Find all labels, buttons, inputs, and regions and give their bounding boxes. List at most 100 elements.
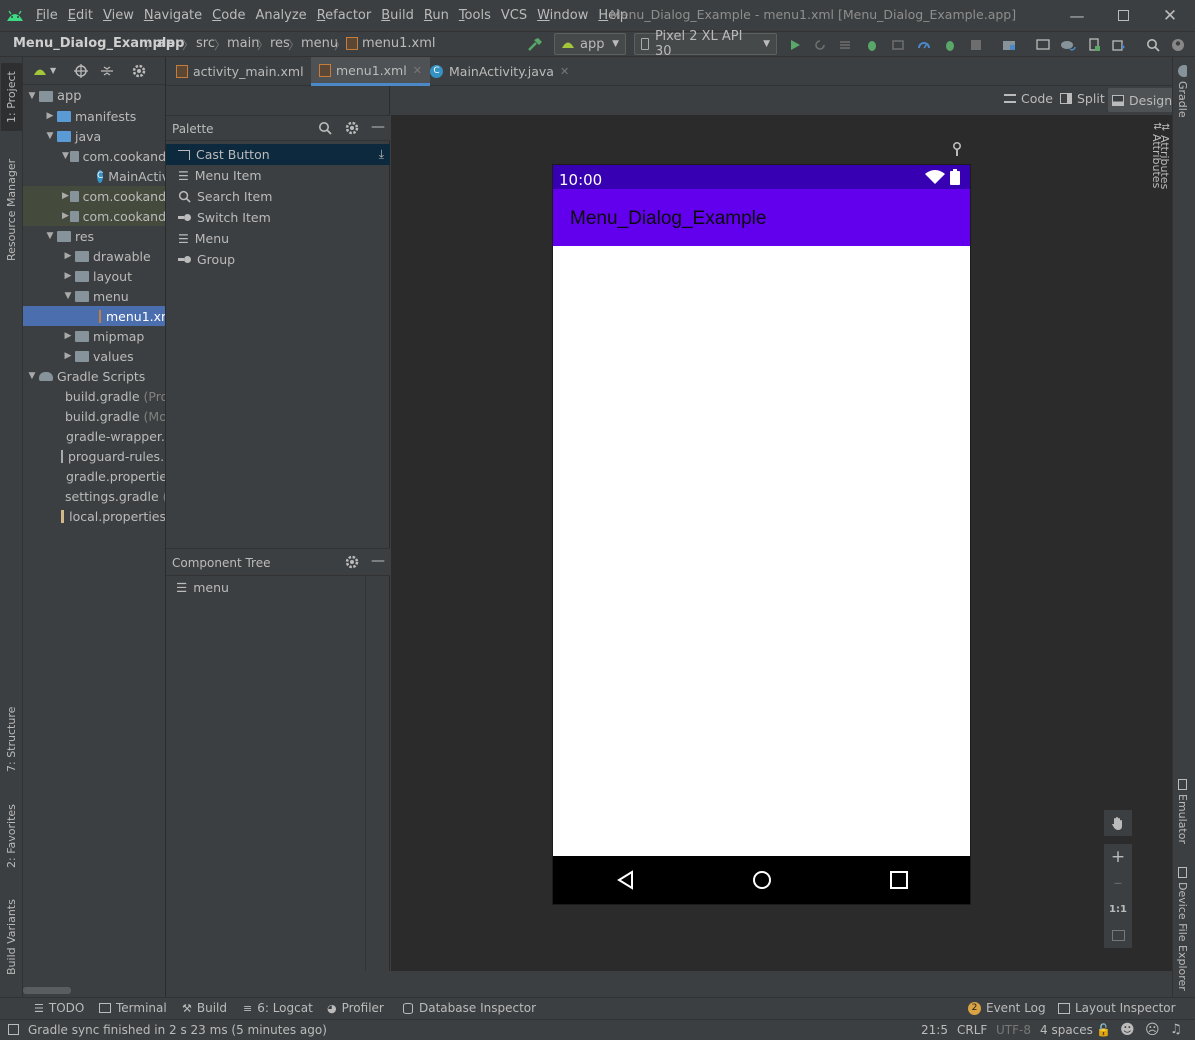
tree-item-package[interactable]: ▼ com.cookand (23, 146, 165, 166)
menu-view[interactable]: View (103, 8, 134, 23)
breadcrumb-module[interactable]: app (157, 36, 184, 51)
tree-item-app[interactable]: ▼ app (23, 86, 165, 106)
breadcrumb-menu[interactable]: menu (301, 36, 338, 51)
tree-item-layout[interactable]: ▶ layout (23, 266, 165, 286)
project-settings-button[interactable] (132, 64, 146, 78)
tab-device-file-explorer[interactable]: Device File Explorer (1176, 867, 1189, 991)
apply-changes-button[interactable] (811, 36, 829, 54)
menu-tools[interactable]: Tools (459, 8, 491, 23)
run-config-select[interactable]: app ▼ (554, 33, 626, 55)
device-select[interactable]: Pixel 2 XL API 30 ▼ (634, 29, 777, 59)
tab-favorites[interactable]: 2: Favorites (1, 795, 22, 877)
indent-setting[interactable]: 4 spaces (1040, 1023, 1093, 1037)
tree-item-java[interactable]: ▼ java (23, 126, 165, 146)
close-window-button[interactable]: ✕ (1147, 0, 1193, 31)
menu-edit[interactable]: Edit (68, 8, 93, 23)
component-tree-settings-button[interactable] (345, 555, 359, 569)
tab-profiler[interactable]: ◕ Profiler (327, 1001, 384, 1015)
component-tree-root[interactable]: ☰ menu (176, 580, 229, 595)
breadcrumb-src[interactable]: src (196, 36, 215, 51)
sdk-manager-button[interactable] (1110, 36, 1128, 54)
menu-refactor[interactable]: Refactor (317, 8, 372, 23)
tab-todo[interactable]: ☰ TODO (34, 1001, 84, 1015)
lock-icon[interactable]: 🔓 (1096, 1023, 1111, 1037)
palette-item-switch-item[interactable]: Switch Item (166, 207, 390, 228)
tab-resource-manager[interactable]: Resource Manager (1, 149, 22, 271)
notifications-icon[interactable]: ♫ (1170, 1022, 1182, 1037)
status-message[interactable]: Gradle sync finished in 2 s 23 ms (5 min… (28, 1023, 327, 1037)
menu-file[interactable]: File (36, 8, 58, 23)
breadcrumb-main[interactable]: main (227, 36, 259, 51)
locate-file-button[interactable] (74, 63, 89, 78)
profile-button[interactable] (915, 36, 933, 54)
breadcrumb-res[interactable]: res (270, 36, 290, 51)
palette-settings-button[interactable] (345, 121, 359, 135)
tree-item-proguard[interactable]: proguard-rules.p (23, 446, 165, 466)
design-view-button[interactable]: Design (1108, 88, 1177, 112)
palette-item-group[interactable]: Group (166, 249, 390, 270)
collapse-all-button[interactable] (100, 64, 114, 78)
code-view-button[interactable]: Code (1004, 91, 1053, 106)
menu-window[interactable]: Window (537, 8, 588, 23)
gradle-sync-button[interactable] (1059, 36, 1077, 54)
tree-item-gradle-scripts[interactable]: ▼ Gradle Scripts (23, 366, 165, 386)
horizontal-scrollbar[interactable] (23, 987, 71, 994)
menu-run[interactable]: Run (424, 8, 449, 23)
zoom-actual-size-button[interactable]: 1:1 (1104, 896, 1132, 922)
zoom-to-fit-button[interactable] (1104, 922, 1132, 948)
tree-item-local-properties[interactable]: local.properties (23, 506, 165, 526)
sad-face-icon[interactable]: ☹ (1145, 1022, 1160, 1038)
tab-menu1-xml[interactable]: menu1.xml ✕ (311, 57, 430, 86)
maximize-button[interactable] (1100, 0, 1146, 31)
palette-item-menu[interactable]: ☰ Menu (166, 228, 390, 249)
back-icon[interactable] (616, 870, 634, 890)
tree-item-menu1-xml[interactable]: menu1.xml (23, 306, 165, 326)
tab-mainactivity-java[interactable]: C MainActivity.java ✕ (422, 57, 577, 86)
tab-database-inspector[interactable]: Database Inspector (403, 1001, 536, 1015)
toggle-tool-windows-icon[interactable] (8, 1024, 19, 1035)
close-tab-icon[interactable]: ✕ (413, 64, 422, 77)
tree-item-gradle-properties[interactable]: gradle.propertie (23, 466, 165, 486)
pan-button[interactable] (1104, 810, 1132, 836)
device-preview[interactable]: 10:00 Menu_Dialog_Example (553, 165, 970, 904)
recents-icon[interactable] (890, 871, 908, 889)
palette-item-search-item[interactable]: Search Item (166, 186, 390, 207)
close-tab-icon[interactable]: ✕ (560, 65, 569, 78)
tree-item-package-test[interactable]: ▶ com.cookand (23, 186, 165, 206)
tree-item-drawable[interactable]: ▶ drawable (23, 246, 165, 266)
caret-position[interactable]: 21:5 (921, 1023, 948, 1037)
tab-emulator[interactable]: Emulator (1176, 779, 1189, 844)
debug-button[interactable] (863, 36, 881, 54)
palette-search-button[interactable] (318, 121, 332, 135)
breadcrumb-file[interactable]: menu1.xml (346, 36, 436, 51)
menu-code[interactable]: Code (212, 8, 245, 23)
tab-layout-inspector[interactable]: Layout Inspector (1058, 1001, 1176, 1015)
tree-item-build-gradle-project[interactable]: build.gradle (Pro (23, 386, 165, 406)
tab-gradle[interactable]: Gradle (1176, 65, 1189, 118)
avd-manager-button[interactable] (1085, 36, 1103, 54)
run-button[interactable] (786, 36, 804, 54)
tree-item-mipmap[interactable]: ▶ mipmap (23, 326, 165, 346)
search-everywhere-button[interactable] (1144, 36, 1162, 54)
android-view-select[interactable]: ▼ (33, 66, 56, 76)
stop-button[interactable] (967, 36, 985, 54)
tab-activity-main-xml[interactable]: activity_main.xml✕ (168, 57, 327, 86)
tree-item-menu[interactable]: ▼ menu (23, 286, 165, 306)
tab-logcat[interactable]: ≡ 6: Logcat (243, 1001, 313, 1015)
tree-item-manifests[interactable]: ▶ manifests (23, 106, 165, 126)
tree-item-mainactivity[interactable]: C MainActivi (23, 166, 165, 186)
menu-build[interactable]: Build (381, 8, 414, 23)
account-button[interactable] (1169, 36, 1187, 54)
tab-event-log[interactable]: 2 Event Log (968, 1001, 1046, 1015)
tree-item-gradle-wrapper[interactable]: gradle-wrapper.p (23, 426, 165, 446)
attach-debugger-button[interactable] (889, 36, 907, 54)
palette-item-cast-button[interactable]: Cast Button ⤓ (166, 144, 390, 165)
device-wrench-icon[interactable] (951, 142, 963, 156)
happy-face-icon[interactable]: ☻ (1120, 1022, 1135, 1038)
tab-structure[interactable]: 7: Structure (1, 699, 22, 779)
tree-item-settings-gradle[interactable]: settings.gradle ( (23, 486, 165, 506)
palette-item-menu-item[interactable]: ☰ Menu Item (166, 165, 390, 186)
minimize-button[interactable]: — (1054, 0, 1100, 31)
tab-build[interactable]: ⚒ Build (182, 1001, 227, 1015)
tab-attributes-side[interactable]: ⇅ Attributes (1150, 122, 1163, 189)
